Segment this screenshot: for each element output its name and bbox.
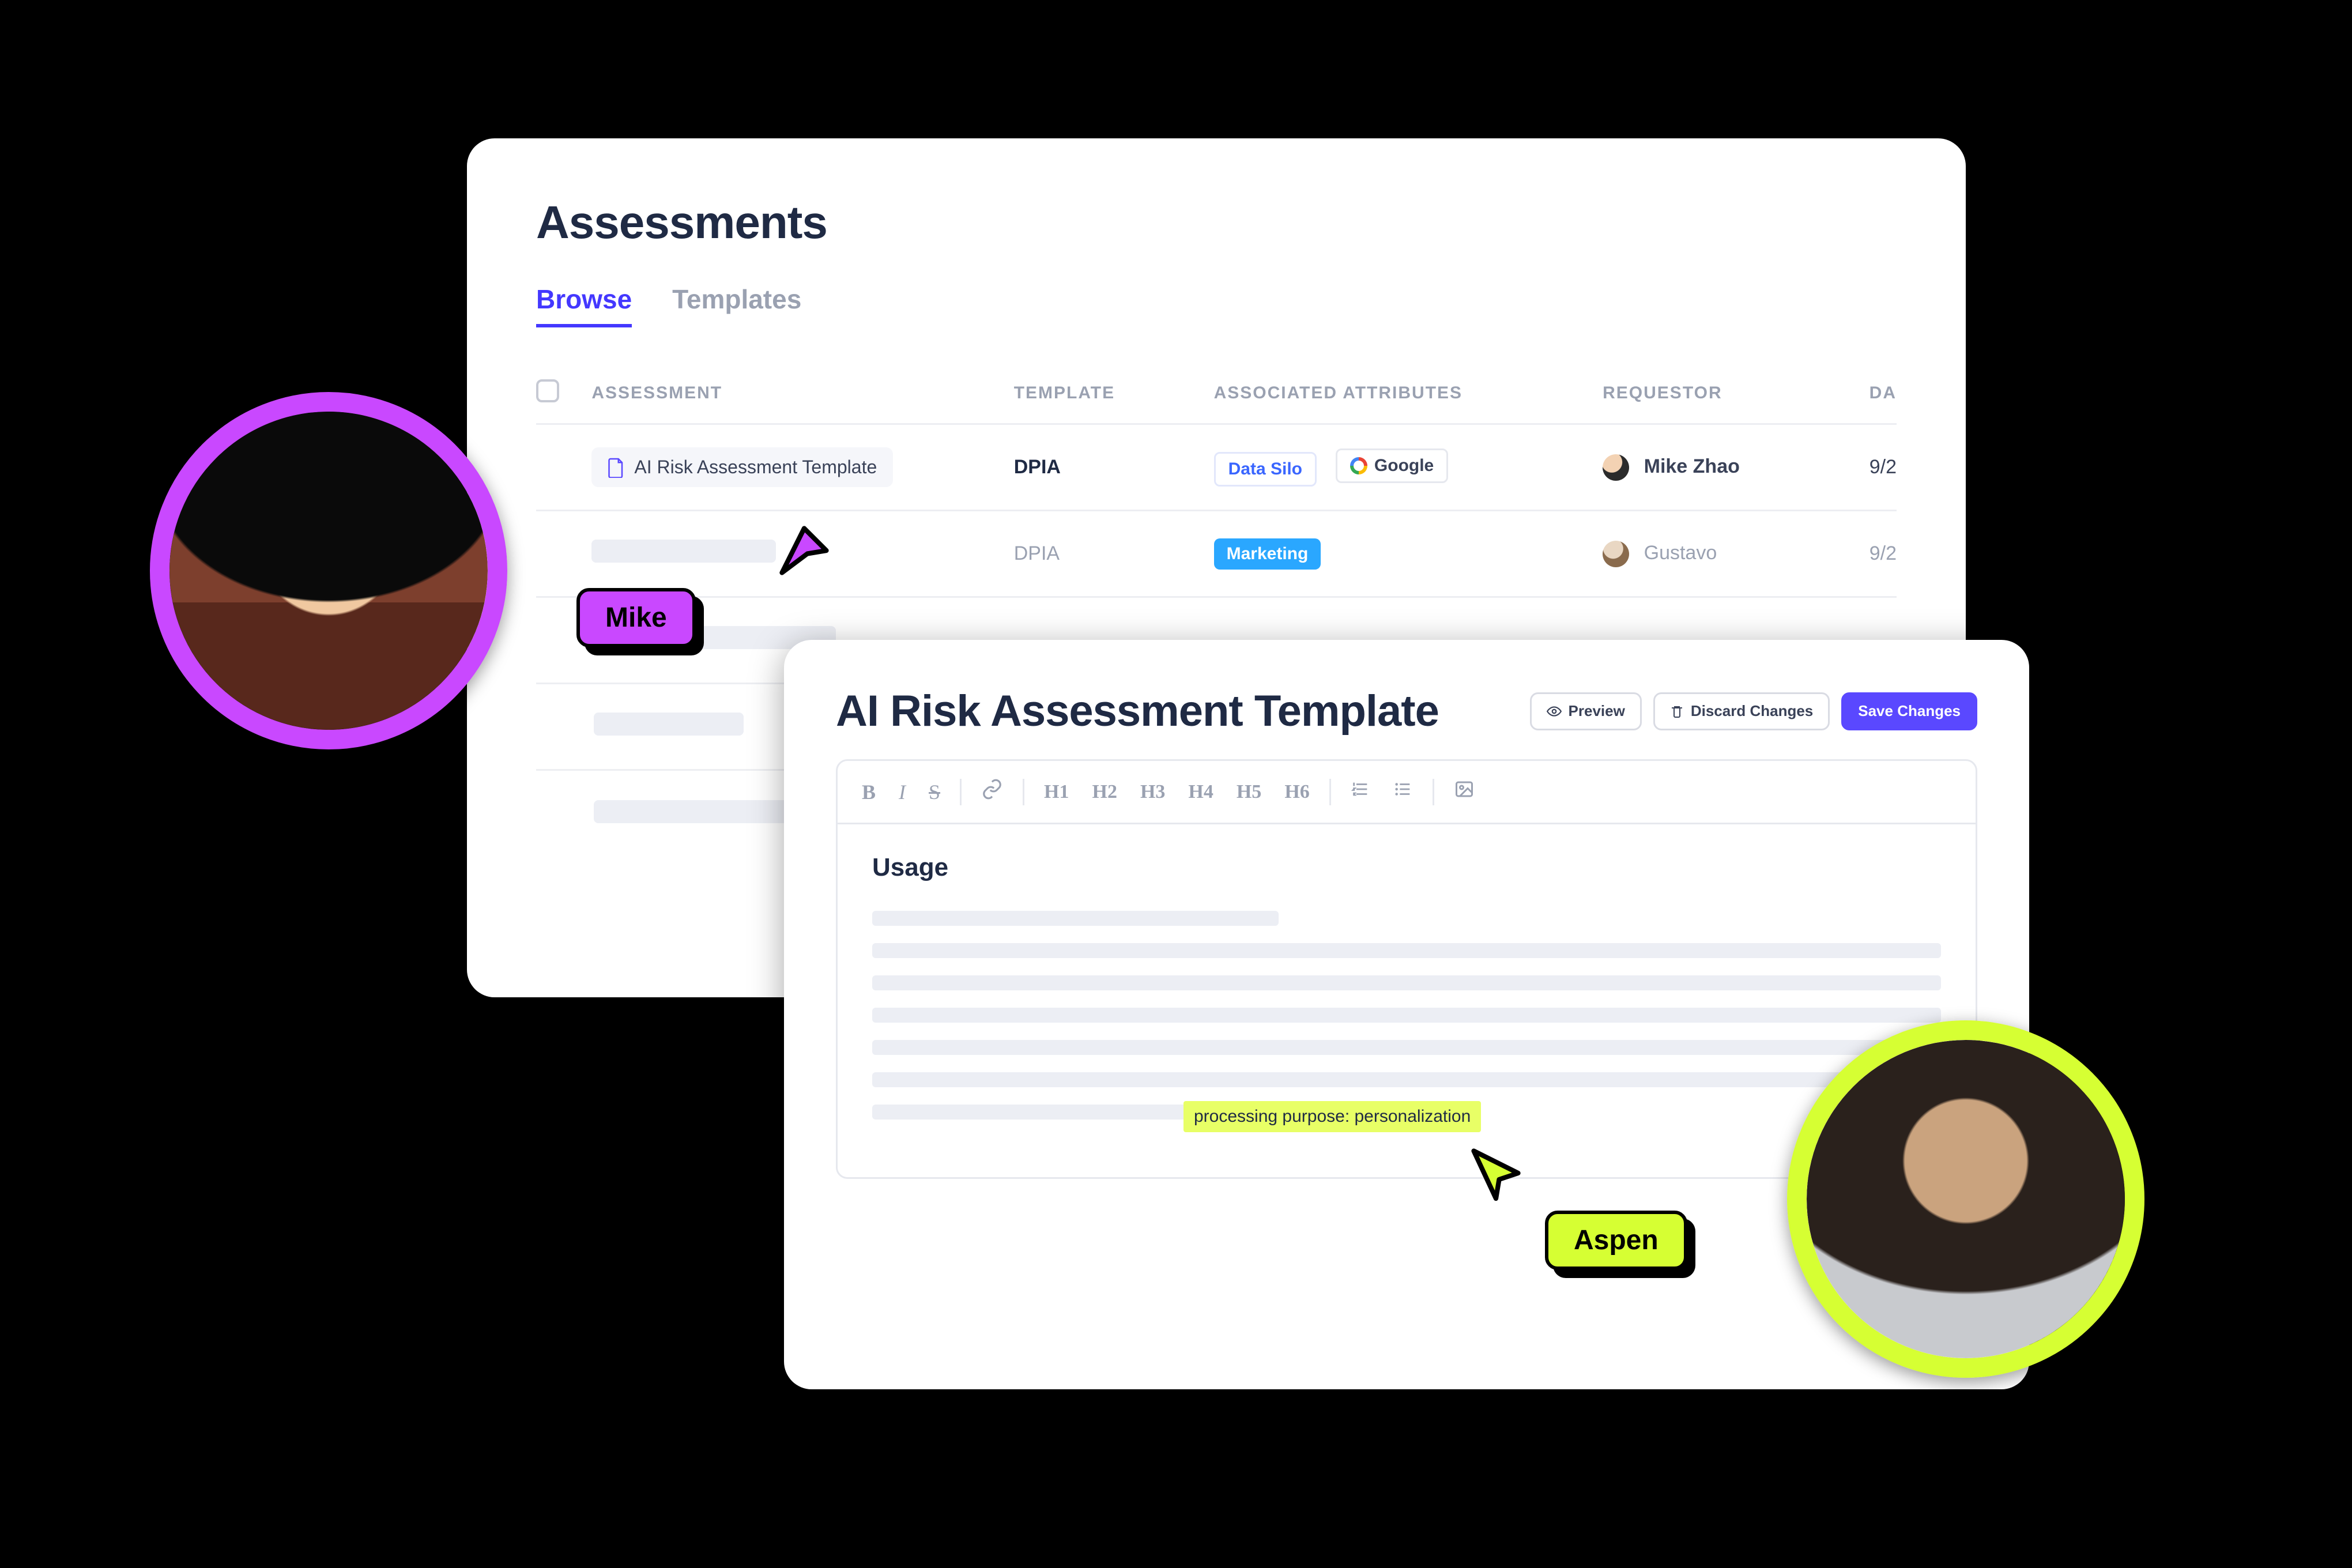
unordered-list-icon <box>1393 779 1413 799</box>
table-row[interactable]: DPIA Marketing Gustavo 9/2 <box>536 511 1897 598</box>
text-placeholder-line <box>872 1040 1941 1055</box>
h5-button[interactable]: H5 <box>1233 779 1265 805</box>
section-heading: Usage <box>872 853 1941 882</box>
tab-templates[interactable]: Templates <box>672 284 801 327</box>
button-label: Save Changes <box>1858 702 1961 720</box>
h2-button[interactable]: H2 <box>1089 779 1121 805</box>
highlighted-text: processing purpose: personalization <box>1183 1101 1481 1132</box>
trash-icon <box>1670 704 1684 719</box>
discard-button[interactable]: Discard Changes <box>1653 692 1830 730</box>
button-label: Discard Changes <box>1691 702 1813 720</box>
attribute-pill-label: Google <box>1374 456 1434 476</box>
toolbar-separator <box>1329 779 1331 805</box>
toolbar-separator <box>1023 779 1024 805</box>
save-button[interactable]: Save Changes <box>1841 692 1977 730</box>
google-logo-icon <box>1350 457 1367 474</box>
collab-tag-aspen: Aspen <box>1545 1211 1687 1270</box>
rich-text-editor: B I S H1 H2 H3 H4 H5 H6 <box>836 759 1977 1179</box>
avatar-photo <box>1807 1040 2125 1358</box>
ordered-list-button[interactable] <box>1347 777 1374 806</box>
text-placeholder-line <box>872 1072 1941 1087</box>
editor-title: AI Risk Assessment Template <box>836 686 1439 736</box>
requestor-cell: Mike Zhao <box>1603 454 1869 481</box>
date-cell: 9/2 <box>1869 542 1897 565</box>
collab-tag-mike: Mike <box>576 588 696 647</box>
collab-cursor-aspen <box>1464 1141 1528 1205</box>
strike-button[interactable]: S <box>925 778 944 806</box>
h4-button[interactable]: H4 <box>1185 779 1216 805</box>
bold-button[interactable]: B <box>858 778 879 806</box>
italic-button[interactable]: I <box>895 778 909 806</box>
col-header-requestor: REQUESTOR <box>1603 383 1869 403</box>
select-all-checkbox[interactable] <box>536 379 559 402</box>
eye-icon <box>1547 704 1562 719</box>
document-icon <box>608 457 625 478</box>
tab-bar: Browse Templates <box>536 284 1897 327</box>
h3-button[interactable]: H3 <box>1137 779 1169 805</box>
text-placeholder-line <box>872 911 1279 926</box>
h6-button[interactable]: H6 <box>1281 779 1313 805</box>
avatar <box>1603 541 1629 567</box>
text-placeholder-line <box>872 943 1941 958</box>
table-row[interactable]: AI Risk Assessment Template DPIA Data Si… <box>536 425 1897 511</box>
cursor-icon <box>1464 1141 1528 1205</box>
requestor-name: Mike Zhao <box>1644 455 1740 477</box>
ordered-list-icon <box>1351 779 1370 799</box>
assessment-name: AI Risk Assessment Template <box>634 457 877 478</box>
avatar <box>1603 454 1629 481</box>
preview-button[interactable]: Preview <box>1530 692 1642 730</box>
requestor-cell: Gustavo <box>1603 541 1869 567</box>
link-icon <box>981 778 1003 800</box>
presence-avatar-aspen <box>1787 1020 2144 1378</box>
table-header-row: ASSESSMENT TEMPLATE ASSOCIATED ATTRIBUTE… <box>536 379 1897 425</box>
editor-toolbar: B I S H1 H2 H3 H4 H5 H6 <box>838 761 1976 824</box>
link-button[interactable] <box>978 776 1007 808</box>
attributes-cell: Data Silo Google <box>1214 448 1603 487</box>
h1-button[interactable]: H1 <box>1041 779 1072 805</box>
text-placeholder-line <box>872 975 1941 990</box>
avatar-photo <box>169 412 488 730</box>
attribute-pill-google[interactable]: Google <box>1336 448 1448 483</box>
editor-actions: Preview Discard Changes Save Changes <box>1530 692 1977 730</box>
requestor-name: Gustavo <box>1644 541 1717 563</box>
attribute-pill-data-silo[interactable]: Data Silo <box>1214 452 1317 487</box>
col-header-assessment: ASSESSMENT <box>591 383 1013 403</box>
tab-browse[interactable]: Browse <box>536 284 632 327</box>
image-button[interactable] <box>1450 777 1478 807</box>
text-placeholder-line <box>872 1008 1941 1023</box>
cursor-icon <box>772 519 836 582</box>
image-icon <box>1454 779 1475 800</box>
attributes-cell: Marketing <box>1214 538 1603 570</box>
assessment-name-placeholder <box>591 540 776 563</box>
presence-avatar-mike <box>150 392 507 749</box>
template-cell: DPIA <box>1014 456 1214 478</box>
button-label: Preview <box>1569 702 1625 720</box>
col-header-attributes: ASSOCIATED ATTRIBUTES <box>1214 383 1603 403</box>
toolbar-separator <box>960 779 962 805</box>
attribute-pill-marketing[interactable]: Marketing <box>1214 538 1321 570</box>
col-header-template: TEMPLATE <box>1014 383 1214 403</box>
assessment-chip[interactable]: AI Risk Assessment Template <box>591 447 893 487</box>
toolbar-separator <box>1433 779 1434 805</box>
template-cell: DPIA <box>1014 542 1214 565</box>
col-header-date: DA <box>1869 383 1897 403</box>
collab-cursor-mike <box>772 519 836 582</box>
unordered-list-button[interactable] <box>1390 777 1416 806</box>
date-cell: 9/2 <box>1869 456 1897 478</box>
page-title: Assessments <box>536 196 1897 249</box>
